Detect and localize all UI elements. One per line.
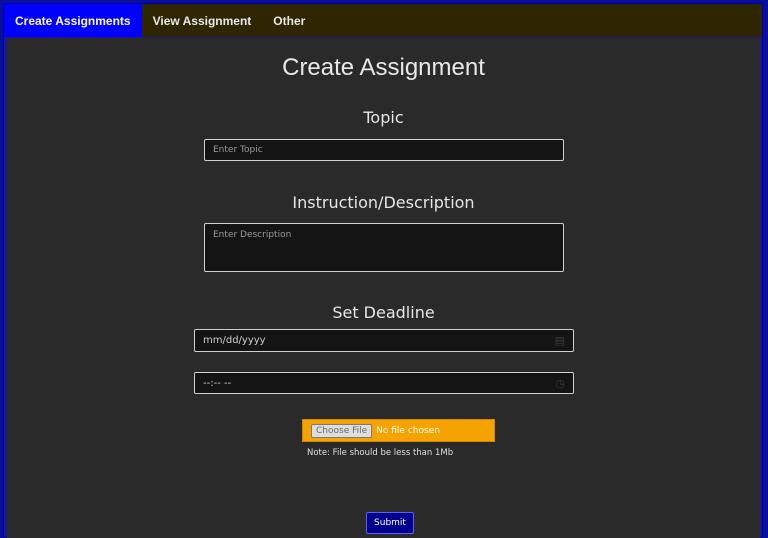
clock-icon[interactable]: ◷ — [555, 377, 565, 390]
deadline-date-input[interactable]: mm/dd/yyyy ▤ — [194, 329, 574, 352]
tab-other[interactable]: Other — [262, 4, 316, 37]
topic-label: Topic — [363, 108, 404, 127]
choose-file-button[interactable]: Choose File — [311, 423, 373, 438]
topic-input[interactable] — [204, 139, 564, 161]
description-textarea[interactable] — [204, 223, 564, 272]
page-title: Create Assignment — [282, 54, 485, 81]
file-upload-box: Choose File No file chosen — [302, 419, 495, 442]
tab-create-assignments[interactable]: Create Assignments — [4, 4, 142, 37]
date-placeholder: mm/dd/yyyy — [203, 335, 266, 346]
deadline-time-input[interactable]: --:-- -- ◷ — [194, 372, 574, 394]
submit-button[interactable]: Submit — [366, 512, 414, 534]
create-assignment-panel: Create Assignment Topic Instruction/Desc… — [7, 38, 760, 538]
description-label: Instruction/Description — [292, 193, 475, 212]
file-status: No file chosen — [376, 425, 440, 436]
tab-view-assignment[interactable]: View Assignment — [142, 4, 263, 37]
top-navbar: Create Assignments View Assignment Other — [4, 4, 762, 37]
calendar-icon[interactable]: ▤ — [555, 334, 565, 347]
file-size-note: Note: File should be less than 1Mb — [307, 448, 454, 458]
deadline-label: Set Deadline — [332, 303, 435, 322]
time-placeholder: --:-- -- — [203, 377, 232, 389]
